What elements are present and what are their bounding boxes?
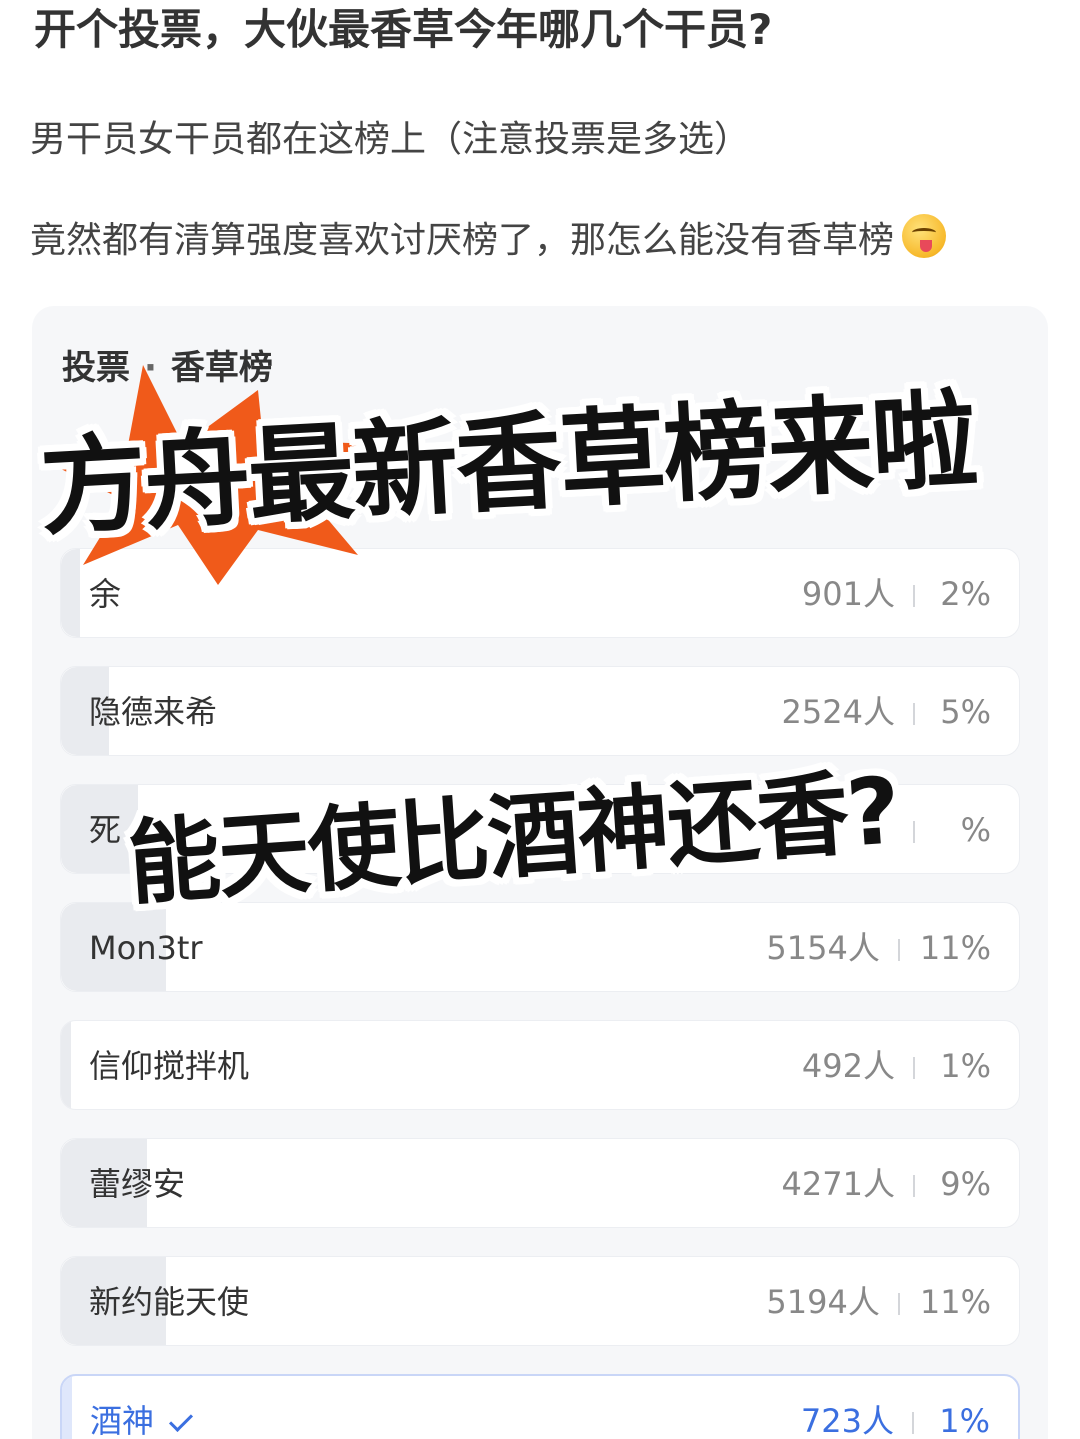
poll-option-label: 蕾缪安 bbox=[89, 1165, 186, 1203]
poll-option-stats: 4271人 9% bbox=[781, 1139, 991, 1227]
post-body-line-1: 男干员女干员都在这榜上（注意投票是多选） bbox=[30, 119, 751, 160]
poll-option-votes: 492人 bbox=[801, 1047, 895, 1085]
check-icon bbox=[168, 1407, 194, 1433]
stats-divider bbox=[912, 1412, 914, 1434]
poll-option-label: 信仰搅拌机 bbox=[89, 1047, 250, 1085]
poll-option-votes: 4271人 bbox=[781, 1165, 895, 1203]
stats-divider bbox=[913, 821, 915, 843]
poll-option-votes: 5194人 bbox=[766, 1283, 880, 1321]
post-body-line-2-text: 竟然都有清算强度喜欢讨厌榜了，那怎么能没有香草榜 bbox=[30, 220, 895, 261]
poll-option-stats: % bbox=[895, 785, 991, 873]
poll-option-bar bbox=[61, 1021, 71, 1109]
poll-option-percent: 11% bbox=[919, 929, 991, 967]
poll-option-percent: 2% bbox=[940, 575, 991, 613]
poll-option-votes: 2524人 bbox=[781, 693, 895, 731]
poll-option-label: 死 bbox=[89, 811, 122, 849]
poll-option-votes: 901人 bbox=[801, 575, 895, 613]
poll-option-stats: 723人 1% bbox=[801, 1376, 990, 1439]
poll-option-4[interactable]: 信仰搅拌机 492人 1% bbox=[60, 1020, 1020, 1110]
screenshot: 开个投票，大伙最香草今年哪几个干员? 男干员女干员都在这榜上（注意投票是多选） … bbox=[0, 0, 1080, 1439]
stats-divider bbox=[913, 703, 915, 725]
poll-option-percent: 9% bbox=[940, 1165, 991, 1203]
post-body-line-2: 竟然都有清算强度喜欢讨厌榜了，那怎么能没有香草榜 bbox=[30, 214, 947, 265]
poll-option-votes: 5154人 bbox=[766, 929, 880, 967]
stats-divider bbox=[913, 585, 915, 607]
poll-option-5[interactable]: 蕾缪安 4271人 9% bbox=[60, 1138, 1020, 1228]
poll-option-stats: 492人 1% bbox=[801, 1021, 991, 1109]
poll-option-percent: % bbox=[960, 811, 991, 849]
poll-option-percent: 5% bbox=[940, 693, 991, 731]
poll-option-bar bbox=[62, 1376, 72, 1439]
yum-face-emoji-icon bbox=[902, 214, 947, 258]
poll-option-label: 隐德来希 bbox=[89, 693, 218, 731]
poll-option-7[interactable]: 酒神 723人 1% bbox=[60, 1374, 1020, 1439]
poll-option-percent: 1% bbox=[940, 1047, 991, 1085]
post-title: 开个投票，大伙最香草今年哪几个干员? bbox=[34, 5, 773, 54]
poll-option-label: 酒神 bbox=[90, 1376, 194, 1439]
poll-option-6[interactable]: 新约能天使 5194人 11% bbox=[60, 1256, 1020, 1346]
poll-option-percent: 1% bbox=[939, 1402, 990, 1439]
poll-option-votes: 723人 bbox=[800, 1402, 894, 1439]
stats-divider bbox=[897, 939, 900, 961]
poll-option-label-text: 酒神 bbox=[90, 1402, 155, 1439]
stats-divider bbox=[913, 1175, 915, 1197]
stats-divider bbox=[913, 1057, 915, 1079]
poll-option-stats: 5154人 11% bbox=[766, 903, 991, 991]
poll-option-stats: 901人 2% bbox=[801, 549, 991, 637]
poll-option-stats: 5194人 11% bbox=[766, 1257, 991, 1345]
poll-option-percent: 11% bbox=[919, 1283, 991, 1321]
poll-option-label: 新约能天使 bbox=[89, 1283, 250, 1321]
stats-divider bbox=[897, 1293, 900, 1315]
